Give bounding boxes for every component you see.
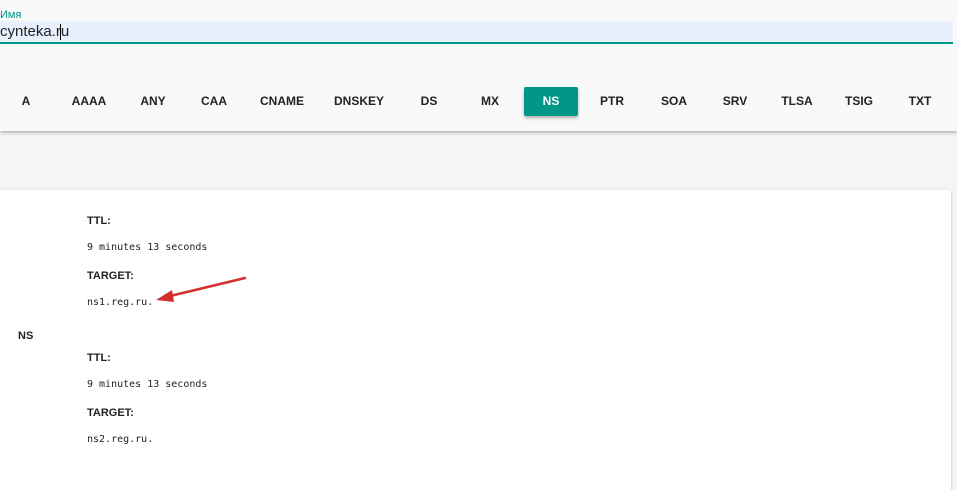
name-field[interactable] bbox=[0, 21, 953, 44]
tab-srv[interactable]: SRV bbox=[713, 87, 757, 116]
tab-ptr[interactable]: PTR bbox=[590, 87, 634, 116]
results-card: TTL: 9 minutes 13 seconds TARGET: ns1.re… bbox=[0, 190, 951, 490]
tab-dnskey[interactable]: DNSKEY bbox=[327, 87, 391, 116]
ttl-value: 9 minutes 13 seconds bbox=[87, 242, 208, 253]
record-type-tabs: A AAAA ANY CAA CNAME DNSKEY DS MX NS PTR… bbox=[0, 87, 957, 117]
target-value: ns2.reg.ru. bbox=[87, 434, 154, 445]
tab-aaaa[interactable]: AAAA bbox=[64, 87, 114, 116]
tab-mx[interactable]: MX bbox=[468, 87, 512, 116]
tab-tsig[interactable]: TSIG bbox=[836, 87, 882, 116]
tab-a[interactable]: A bbox=[11, 87, 41, 116]
name-input[interactable] bbox=[0, 21, 940, 42]
target-label: TARGET: bbox=[87, 270, 134, 282]
ttl-value: 9 minutes 13 seconds bbox=[87, 379, 208, 390]
ttl-label: TTL: bbox=[87, 215, 111, 227]
text-caret bbox=[60, 24, 61, 40]
annotation-arrow-icon bbox=[156, 276, 247, 302]
target-value: ns1.reg.ru. bbox=[87, 297, 154, 308]
target-label: TARGET: bbox=[87, 407, 134, 419]
query-header: Имя A AAAA ANY CAA CNAME DNSKEY DS MX NS… bbox=[0, 0, 957, 131]
tab-ds[interactable]: DS bbox=[407, 87, 451, 116]
tab-txt[interactable]: TXT bbox=[897, 87, 943, 116]
tab-soa[interactable]: SOA bbox=[651, 87, 697, 116]
tab-ns[interactable]: NS bbox=[524, 87, 578, 116]
tab-tlsa[interactable]: TLSA bbox=[773, 87, 821, 116]
tab-caa[interactable]: CAA bbox=[192, 87, 236, 116]
record-type-label: NS bbox=[18, 330, 34, 342]
name-field-label: Имя bbox=[0, 9, 22, 21]
tab-cname[interactable]: CNAME bbox=[252, 87, 312, 116]
tab-any[interactable]: ANY bbox=[130, 87, 176, 116]
ttl-label: TTL: bbox=[87, 352, 111, 364]
